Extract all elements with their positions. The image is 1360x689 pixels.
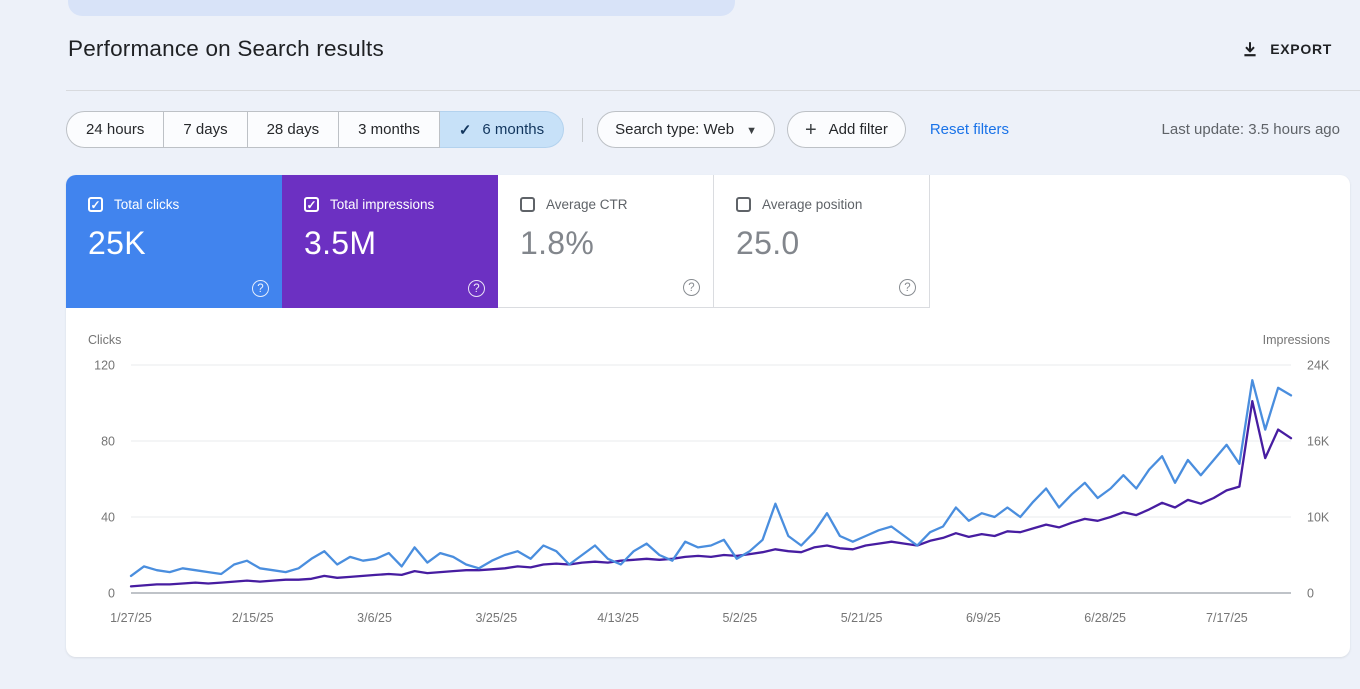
search-bar-bottom-edge (68, 0, 735, 16)
left-axis-tick: 0 (108, 587, 115, 601)
download-icon (1244, 42, 1256, 57)
x-axis-tick: 2/15/25 (232, 611, 274, 625)
x-axis-tick: 6/28/25 (1084, 611, 1126, 625)
right-axis-tick: 24K (1307, 359, 1330, 373)
plus-icon: + (804, 118, 817, 141)
check-icon: ✓ (90, 197, 101, 212)
metric-card-average-position[interactable]: ✓ Average position 25.0 ? (714, 175, 930, 308)
metric-card-total-impressions[interactable]: ✓ Total impressions 3.5M ? (282, 175, 498, 308)
help-icon[interactable]: ? (899, 279, 916, 296)
chip-label: 28 days (266, 121, 320, 138)
performance-chart[interactable]: 120 24K 80 16K 40 10K 0 0 Clicks Impressions 1/27/… (66, 308, 1350, 657)
left-axis-tick: 120 (94, 359, 115, 373)
check-icon: ✓ (458, 121, 472, 139)
left-axis-title: Clicks (88, 333, 121, 347)
page-title: Performance on Search results (68, 36, 384, 61)
metric-label: Average position (762, 197, 863, 212)
metric-checkbox[interactable]: ✓ (304, 197, 319, 212)
right-axis-title: Impressions (1263, 333, 1330, 347)
x-axis-tick: 5/21/25 (841, 611, 883, 625)
metric-value: 1.8% (520, 225, 595, 261)
search-type-dropdown[interactable]: Search type: Web ▼ (597, 111, 775, 148)
help-icon[interactable]: ? (252, 280, 269, 297)
metric-checkbox[interactable]: ✓ (520, 197, 535, 212)
reset-filters-link[interactable]: Reset filters (930, 121, 1009, 138)
metric-card-total-clicks[interactable]: ✓ Total clicks 25K ? (66, 175, 282, 308)
help-icon[interactable]: ? (683, 279, 700, 296)
total-clicks-line (129, 379, 1293, 578)
search-type-label: Search type: Web (615, 121, 735, 138)
date-range-6-months[interactable]: ✓ 6 months (439, 111, 565, 148)
date-range-28-days[interactable]: ✓28 days (247, 111, 340, 148)
x-axis-tick: 5/2/25 (722, 611, 757, 625)
metric-checkbox[interactable]: ✓ (736, 197, 751, 212)
export-button[interactable]: EXPORT (1235, 39, 1338, 59)
chip-label: 3 months (358, 121, 420, 138)
metric-checkbox[interactable]: ✓ (88, 197, 103, 212)
x-axis-tick: 3/25/25 (475, 611, 517, 625)
metric-value: 25.0 (736, 225, 800, 261)
metric-label: Total impressions (330, 197, 435, 212)
chip-label: 24 hours (86, 121, 145, 138)
chip-label: 7 days (183, 121, 228, 138)
metric-label: Total clicks (114, 197, 180, 212)
date-range-7-days[interactable]: ✓7 days (164, 111, 248, 148)
x-axis-tick: 4/13/25 (597, 611, 639, 625)
metric-label: Average CTR (546, 197, 628, 212)
date-range-3-months[interactable]: ✓3 months (339, 111, 440, 148)
x-axis-tick: 3/6/25 (357, 611, 392, 625)
performance-panel: ✓ Total clicks 25K ? ✓ Total impressions… (66, 175, 1350, 657)
add-filter-label: Add filter (828, 121, 888, 138)
date-range-group: ✓24 hours ✓7 days ✓28 days ✓3 months ✓ 6 … (66, 111, 565, 148)
chip-label: 6 months (482, 121, 545, 138)
toolbar-separator (582, 117, 584, 142)
total-impressions-line (129, 399, 1293, 588)
chart-svg: 120 24K 80 16K 40 10K 0 0 Clicks Impressions 1/27/… (88, 333, 1330, 625)
x-axis-tick: 7/17/25 (1206, 611, 1248, 625)
right-axis-tick: 16K (1307, 435, 1330, 449)
last-update-text: Last update: 3.5 hours ago (1161, 121, 1340, 138)
metric-value: 25K (88, 225, 146, 261)
right-axis-tick: 10K (1307, 511, 1330, 525)
chevron-down-icon: ▼ (746, 124, 757, 137)
check-icon: ✓ (306, 197, 317, 212)
metric-card-average-ctr[interactable]: ✓ Average CTR 1.8% ? (498, 175, 714, 308)
date-range-24-hours[interactable]: ✓24 hours (66, 111, 165, 148)
right-axis-tick: 0 (1307, 587, 1314, 601)
filter-toolbar: ✓24 hours ✓7 days ✓28 days ✓3 months ✓ 6 … (0, 91, 1360, 148)
metric-cards: ✓ Total clicks 25K ? ✓ Total impressions… (66, 175, 1350, 308)
help-icon[interactable]: ? (468, 280, 485, 297)
x-axis-tick: 6/9/25 (966, 611, 1001, 625)
x-axis-tick: 1/27/25 (110, 611, 152, 625)
left-axis-tick: 80 (101, 435, 115, 449)
add-filter-button[interactable]: + Add filter (786, 111, 906, 148)
left-axis-tick: 40 (101, 511, 115, 525)
export-label: EXPORT (1270, 41, 1332, 57)
metric-value: 3.5M (304, 225, 377, 261)
